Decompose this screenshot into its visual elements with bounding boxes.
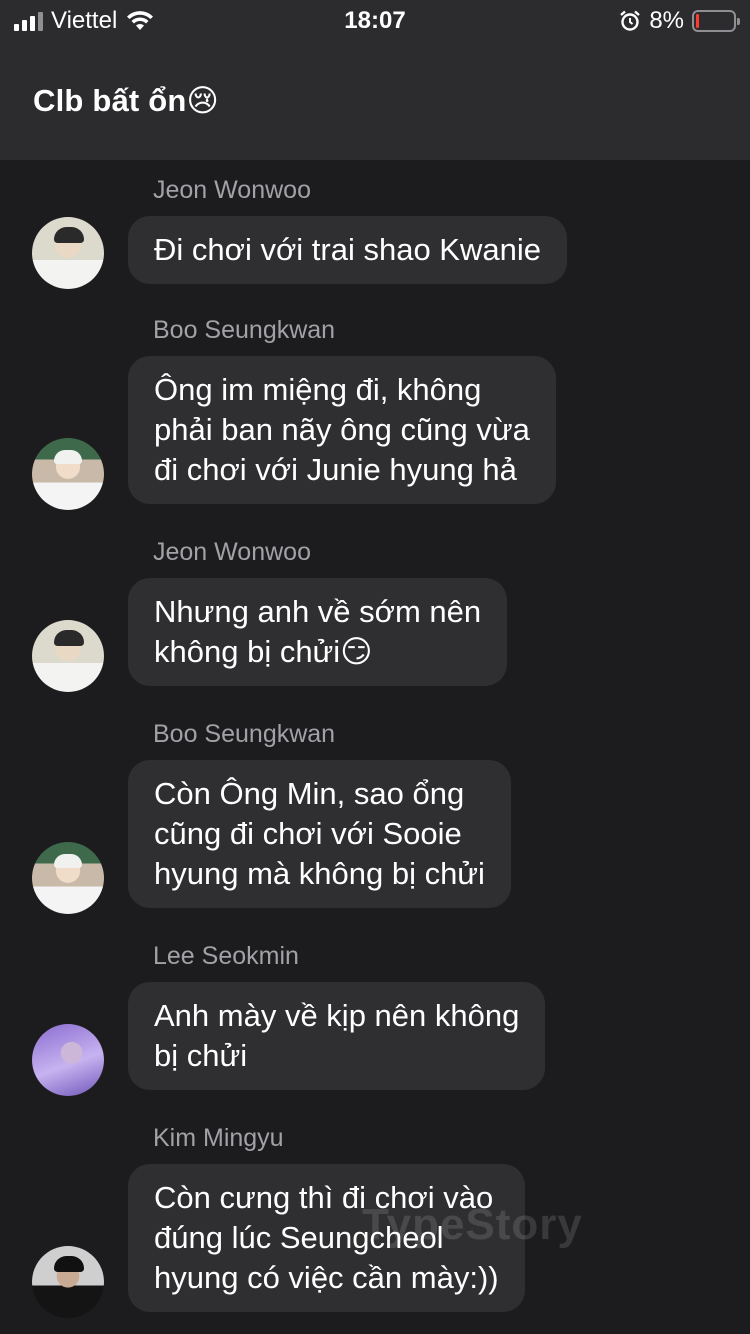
battery-percent: 8% (649, 7, 684, 34)
avatar[interactable] (32, 620, 104, 692)
sender-name: Boo Seungkwan (153, 316, 336, 344)
message-text: cũng đi chơi với Sooie (154, 816, 462, 851)
wifi-icon (127, 11, 154, 30)
avatar[interactable] (32, 217, 104, 289)
message-text: Còn Ông Min, sao ổng (154, 776, 465, 811)
battery-icon (692, 10, 740, 32)
signal-icon (14, 11, 43, 31)
message-text: hyung có việc cần mày:)) (154, 1260, 499, 1295)
avatar[interactable] (32, 842, 104, 914)
message-text: không bị chửi😏 (154, 634, 373, 669)
message-text: bị chửi (154, 1038, 248, 1073)
avatar[interactable] (32, 1246, 104, 1318)
message-text: đi chơi với Junie hyung hả (154, 452, 517, 487)
sender-name: Jeon Wonwoo (153, 176, 311, 204)
sender-name: Kim Mingyu (153, 1124, 284, 1152)
message-text: Anh mày về kịp nên không (154, 998, 520, 1033)
message-text: Ông im miệng đi, không (154, 372, 482, 407)
message-bubble[interactable]: Ông im miệng đi, không phải ban nãy ông … (128, 356, 556, 504)
message-bubble[interactable]: Đi chơi với trai shao Kwanie (128, 216, 567, 284)
alarm-icon (620, 10, 641, 31)
carrier-label: Viettel (51, 7, 118, 34)
status-right: 8% (619, 7, 740, 35)
sender-name: Jeon Wonwoo (153, 538, 311, 566)
message-bubble[interactable]: Anh mày về kịp nên không bị chửi (128, 982, 546, 1090)
avatar[interactable] (32, 438, 104, 510)
message-bubble[interactable]: Còn Ông Min, sao ổng cũng đi chơi với So… (128, 760, 511, 908)
sender-name: Lee Seokmin (153, 942, 299, 970)
message-list[interactable]: Jeon Wonwoo Đi chơi với trai shao Kwanie… (0, 160, 750, 1334)
watermark: TypeStory (362, 1200, 583, 1249)
chat-screen: Viettel 18:07 8% Clb bất ổn😢 Jeon Wonwoo… (0, 0, 750, 1334)
chat-header: Clb bất ổn😢 (0, 42, 750, 160)
message-text: Đi chơi với trai shao Kwanie (154, 232, 541, 267)
status-left: Viettel (14, 7, 155, 35)
message-text: Nhưng anh về sớm nên (154, 594, 482, 629)
message-bubble[interactable]: Nhưng anh về sớm nên không bị chửi😏 (128, 578, 508, 686)
chat-title: Clb bất ổn😢 (33, 83, 220, 118)
sender-name: Boo Seungkwan (153, 720, 336, 748)
message-text: phải ban nãy ông cũng vừa (154, 412, 530, 447)
message-text: hyung mà không bị chửi (154, 856, 485, 891)
battery-level (696, 14, 699, 28)
avatar[interactable] (32, 1024, 104, 1096)
status-bar: Viettel 18:07 8% (0, 0, 750, 42)
